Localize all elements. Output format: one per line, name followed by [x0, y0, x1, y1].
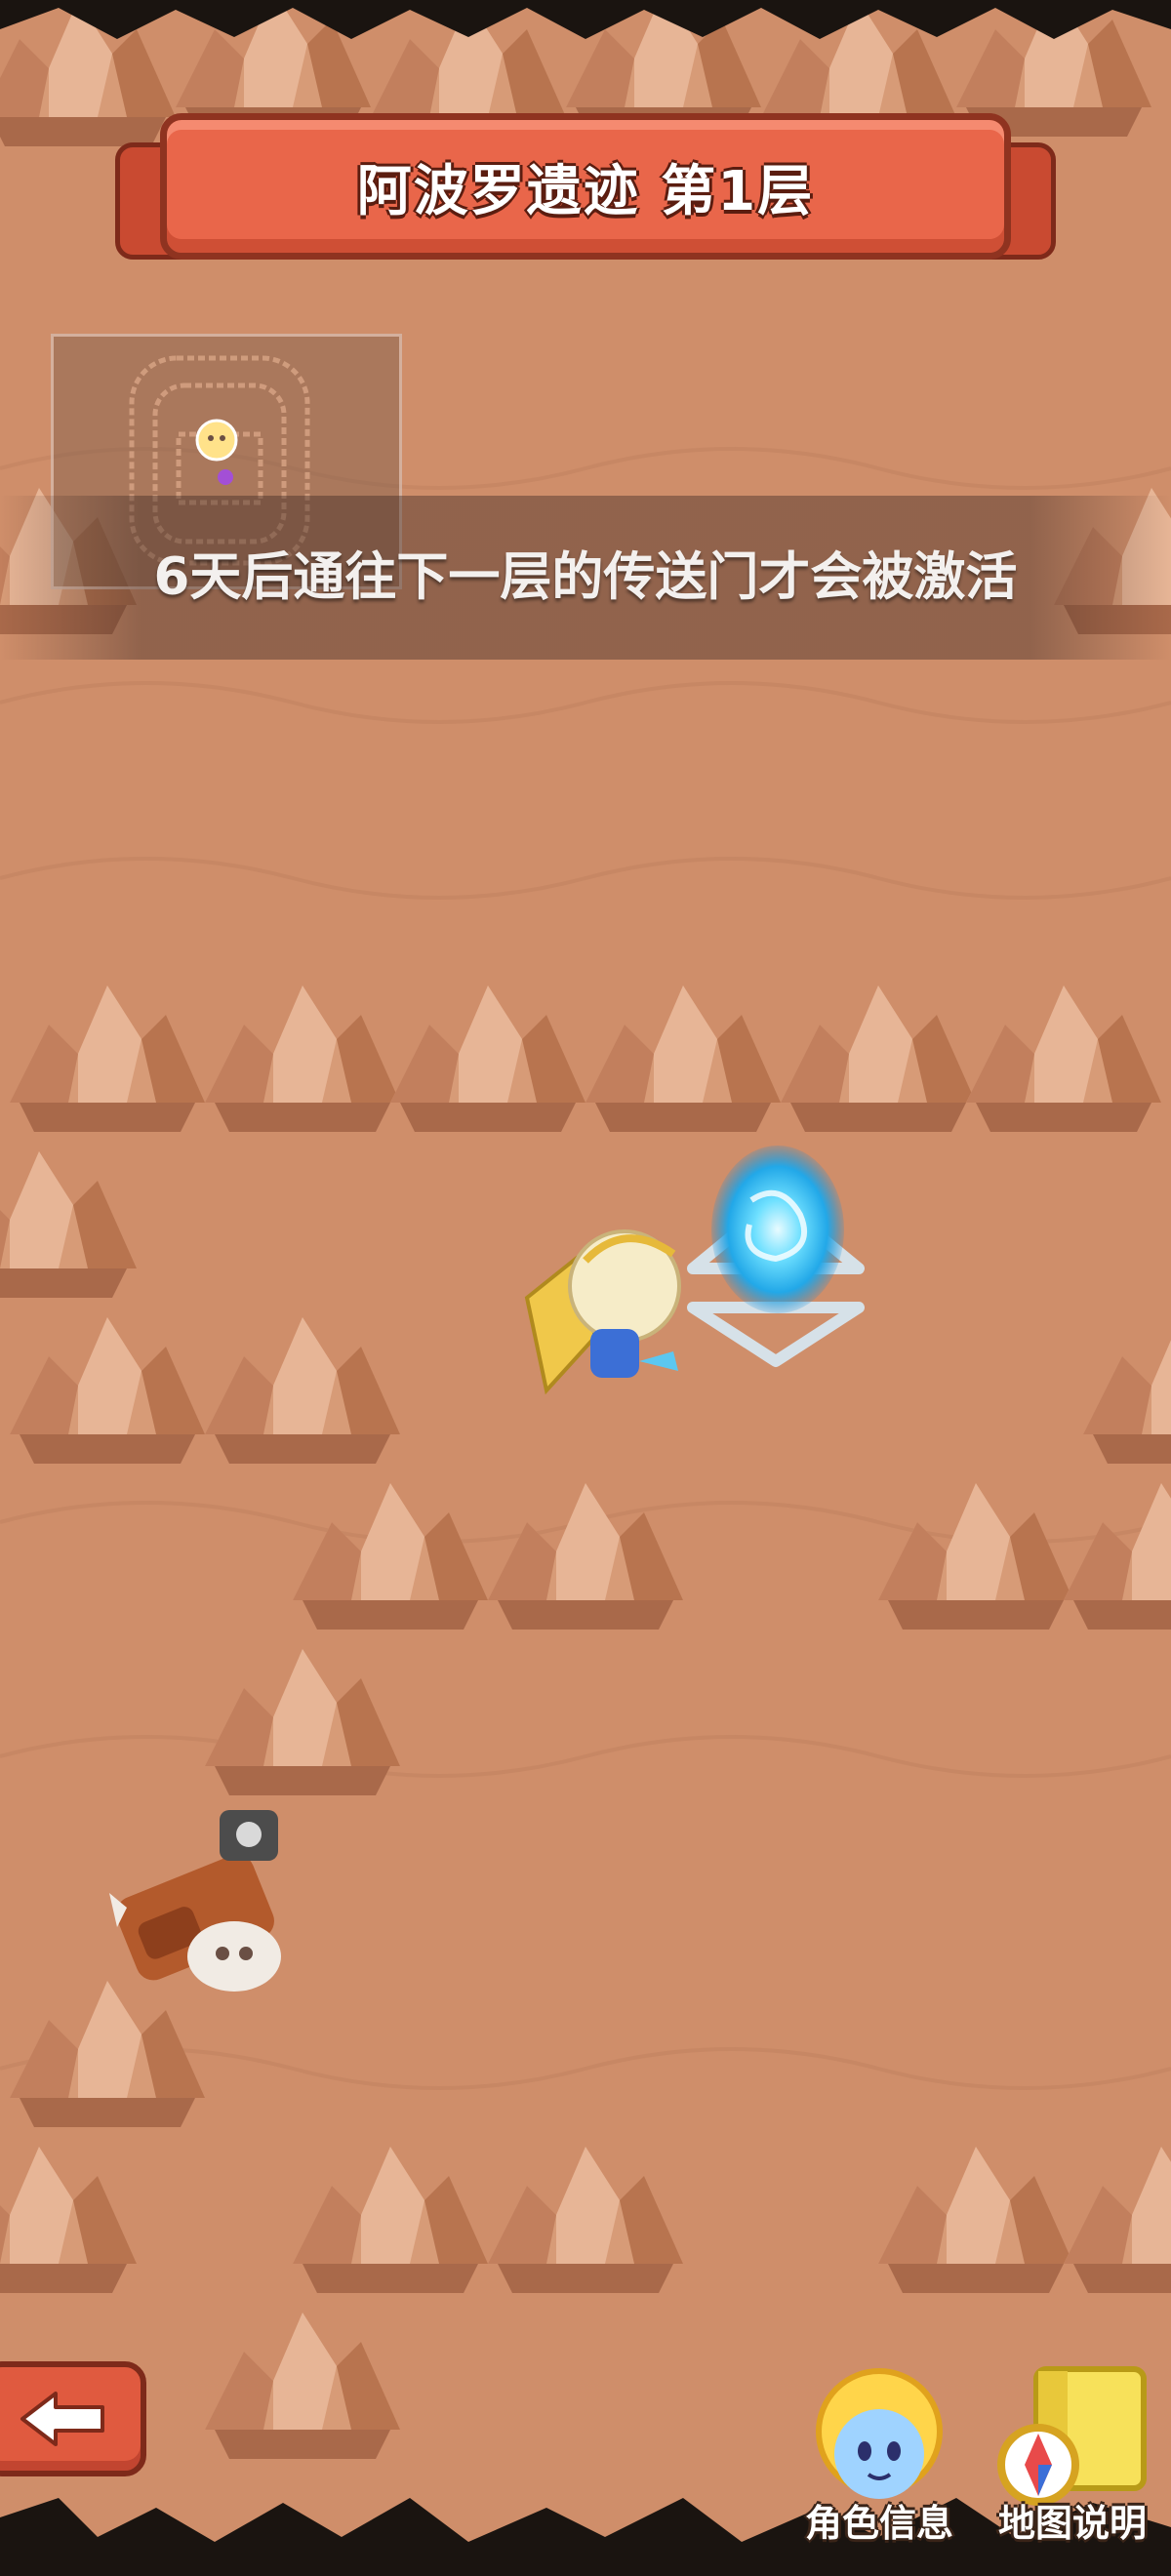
role-info-label: 角色信息: [804, 2502, 953, 2545]
map-guide-label: 地图说明: [997, 2502, 1147, 2545]
rock-cluster: [0, 986, 1171, 2459]
page-title: 阿波罗遗迹 第1层: [356, 159, 815, 223]
portal[interactable]: [687, 1146, 865, 1367]
character-portrait-icon: [816, 2368, 943, 2499]
map-guide-button[interactable]: 地图说明: [980, 2361, 1165, 2547]
role-info-button[interactable]: 角色信息: [787, 2361, 972, 2547]
back-button[interactable]: [0, 2361, 146, 2476]
player-marker-icon: [195, 419, 238, 462]
ribbon-body: 阿波罗遗迹 第1层: [160, 113, 1011, 260]
portal-marker-icon: [218, 469, 233, 485]
back-arrow-icon: [20, 2392, 104, 2446]
notice-banner: 6天后通往下一层的传送门才会被激活: [0, 496, 1171, 660]
map-compass-icon: [997, 2366, 1147, 2506]
notice-text: 6天后通往下一层的传送门才会被激活: [153, 547, 1018, 607]
title-banner: 阿波罗遗迹 第1层: [115, 107, 1056, 260]
cow-enemy[interactable]: [109, 1810, 281, 1992]
player-character[interactable]: [524, 1229, 681, 1395]
